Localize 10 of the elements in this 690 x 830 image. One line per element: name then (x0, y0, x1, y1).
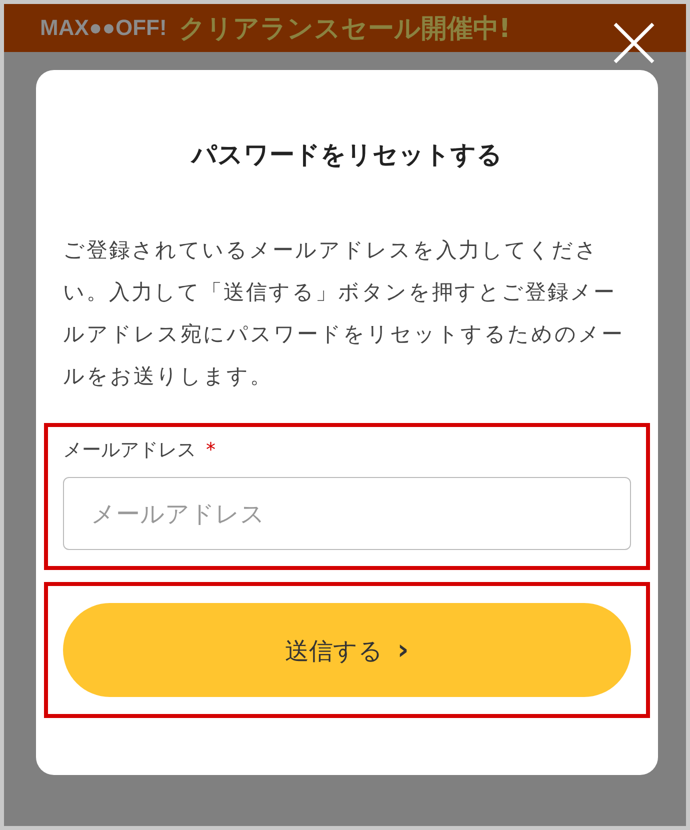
banner-headline: クリアランスセール開催中! (178, 12, 511, 46)
dialog-title: パスワードをリセットする (190, 139, 504, 171)
email-input-field[interactable]: メールアドレス (63, 477, 631, 550)
close-button[interactable] (612, 21, 656, 65)
required-mark: * (206, 439, 216, 461)
dialog-description: ご登録されているメールアドレスを入力してください。入力して「送信する」ボタンを押すとご登録メールアドレス宛にパスワードをリセットするためのメールをお送りします。 (63, 237, 625, 390)
submit-button[interactable]: 送信する › (63, 603, 631, 697)
close-icon (612, 21, 656, 65)
banner-prefix: MAX●●OFF! (40, 15, 167, 41)
field-label: メールアドレス (63, 439, 196, 461)
